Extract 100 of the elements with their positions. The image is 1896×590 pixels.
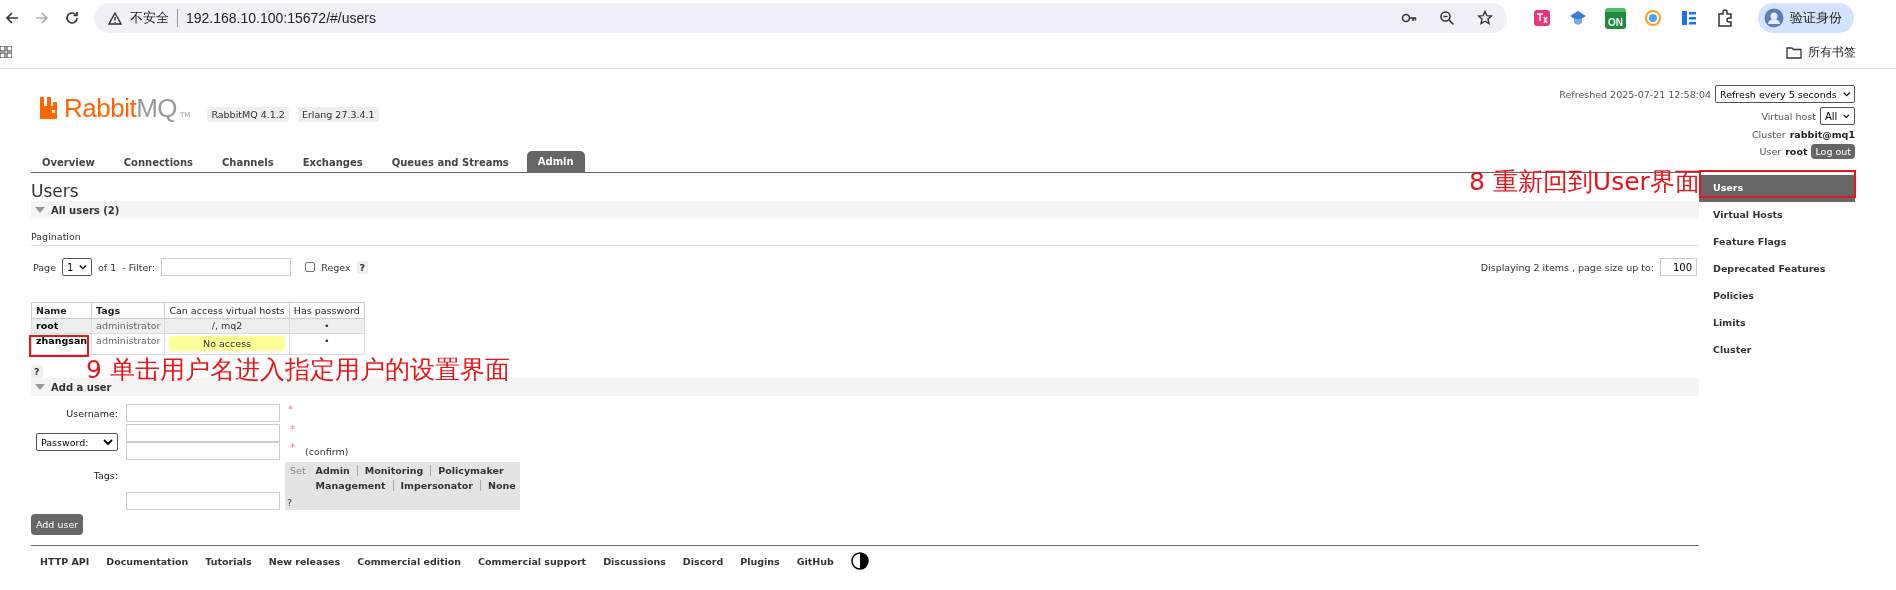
annotation-text: 8 重新回到User界面 [1469, 168, 1700, 196]
pagination-label: Pagination [31, 231, 1699, 246]
chevron-down-icon [1842, 90, 1850, 98]
bookmarks-folder[interactable]: 所有书签 [1786, 43, 1856, 61]
virtual-host-select[interactable]: All [1820, 107, 1855, 125]
chevron-down-icon [79, 263, 87, 271]
tags-label: Tags: [93, 470, 118, 481]
nav-tab[interactable]: Connections [112, 153, 204, 172]
star-icon[interactable] [1477, 10, 1493, 26]
add-user-button[interactable]: Add user [31, 514, 84, 535]
nav-tab[interactable]: Exchanges [291, 153, 374, 172]
password-type-select[interactable]: Password: [36, 433, 118, 451]
back-icon[interactable] [4, 10, 20, 26]
password-field[interactable] [126, 424, 280, 442]
footer-link[interactable]: Commercial edition [357, 555, 462, 567]
translate-icon[interactable] [1533, 9, 1551, 27]
chevron-down-icon [1843, 112, 1850, 120]
bars-icon[interactable] [1680, 9, 1698, 27]
folder-icon [1786, 45, 1802, 59]
user-label: User [1759, 146, 1782, 157]
confirm-password-field[interactable] [126, 442, 280, 460]
extension-badge[interactable]: ON [1605, 7, 1626, 29]
table-cell: • [289, 333, 365, 355]
column-header: Tags [91, 302, 165, 319]
refresh-select[interactable]: Refresh every 5 seconds [1715, 85, 1855, 103]
footer-link[interactable]: Documentation [106, 555, 189, 567]
username-label: Username: [66, 407, 118, 419]
profile-button[interactable]: 验证身份 [1758, 3, 1854, 33]
version-label: RabbitMQ 4.1.2 [207, 107, 289, 122]
display-info: Displaying 2 items , page size up to: [1480, 261, 1654, 273]
column-header: Can access virtual hosts [164, 302, 290, 319]
user-name-link[interactable]: zhangsan [31, 333, 92, 355]
regex-checkbox[interactable] [305, 262, 316, 272]
avatar-icon [1764, 8, 1784, 28]
virtual-host-label: Virtual host [1761, 110, 1816, 122]
nav-tab[interactable]: Overview [31, 153, 106, 172]
reload-icon[interactable] [64, 10, 80, 26]
required-mark: * [290, 442, 295, 453]
table-cell: administrator [91, 333, 165, 355]
page-size-field[interactable]: 100 [1660, 258, 1697, 276]
page-title: Users [31, 181, 79, 201]
footer-link[interactable]: Discord [682, 555, 724, 567]
regex-label: Regex [321, 261, 351, 273]
page-select[interactable]: 1 [62, 258, 92, 276]
url-text: 192.168.10.100:15672/#/users [186, 10, 376, 26]
footer-link[interactable]: HTTP API [40, 555, 90, 567]
sidebar-item[interactable]: Limits [1699, 310, 1855, 337]
tag-link[interactable]: Impersonator [392, 480, 481, 491]
page-label: Page [33, 261, 56, 273]
filter-field[interactable] [161, 258, 292, 276]
nav-tab[interactable]: Channels [211, 153, 285, 172]
footer-link[interactable]: Commercial support [478, 555, 587, 567]
help-button[interactable]: ? [356, 260, 369, 274]
forward-icon[interactable] [34, 10, 50, 26]
warning-icon [108, 11, 122, 25]
security-label: 不安全 [130, 9, 178, 27]
help-button[interactable]: ? [31, 365, 43, 378]
refreshed-time: Refreshed 2025-07-21 12:58:04 [1559, 88, 1711, 100]
set-label: Set [290, 465, 306, 478]
tag-link[interactable]: None [480, 480, 523, 491]
section-header[interactable]: All users (2) [31, 201, 1699, 219]
highlight-frame [29, 335, 89, 357]
nav-tab[interactable]: Queues and Streams [380, 153, 520, 172]
sidebar-item[interactable]: Feature Flags [1699, 229, 1855, 256]
puzzle-icon[interactable] [1716, 9, 1734, 27]
sidebar-item[interactable]: Users [1699, 175, 1855, 202]
sidebar-item[interactable]: Cluster [1699, 337, 1855, 364]
version-label: Erlang 27.3.4.1 [297, 107, 379, 122]
graduation-cap-icon[interactable] [1569, 9, 1587, 27]
required-mark: * [290, 424, 295, 435]
tag-link[interactable]: Monitoring [356, 465, 431, 476]
confirm-label: (confirm) [305, 445, 349, 457]
zoom-icon[interactable] [1439, 10, 1455, 26]
column-header: Name [31, 302, 92, 319]
help-button[interactable]: ? [287, 497, 293, 508]
theme-toggle-icon[interactable] [850, 552, 869, 570]
sidebar-item[interactable]: Deprecated Features [1699, 256, 1855, 283]
cluster-name: rabbit@mq1 [1789, 129, 1855, 140]
warning-label: No access [169, 336, 285, 351]
username-field[interactable] [126, 404, 280, 422]
sidebar-item[interactable]: Virtual Hosts [1699, 202, 1855, 229]
tag-link[interactable]: Management [315, 480, 393, 491]
chevron-down-icon [103, 438, 113, 446]
column-header: Has password [289, 302, 365, 319]
address-bar[interactable]: 不安全 192.168.10.100:15672/#/users [94, 3, 1507, 33]
footer-link[interactable]: GitHub [796, 555, 834, 567]
required-mark: * [288, 404, 293, 415]
apps-icon[interactable] [0, 46, 12, 58]
tag-link[interactable]: Policymaker [430, 465, 511, 476]
sidebar-item[interactable]: Policies [1699, 283, 1855, 310]
footer-link[interactable]: New releases [268, 555, 341, 567]
tag-link[interactable]: Admin [315, 465, 357, 476]
user-name: root [1785, 146, 1808, 157]
footer-link[interactable]: Discussions [603, 555, 666, 567]
nav-tab[interactable]: Admin [526, 151, 585, 172]
footer-link[interactable]: Tutorials [205, 555, 252, 567]
logout-button[interactable]: Log out [1811, 144, 1855, 159]
footer-link[interactable]: Plugins [740, 555, 780, 567]
tags-field[interactable] [126, 492, 280, 510]
page-count: of 1 [98, 261, 117, 273]
